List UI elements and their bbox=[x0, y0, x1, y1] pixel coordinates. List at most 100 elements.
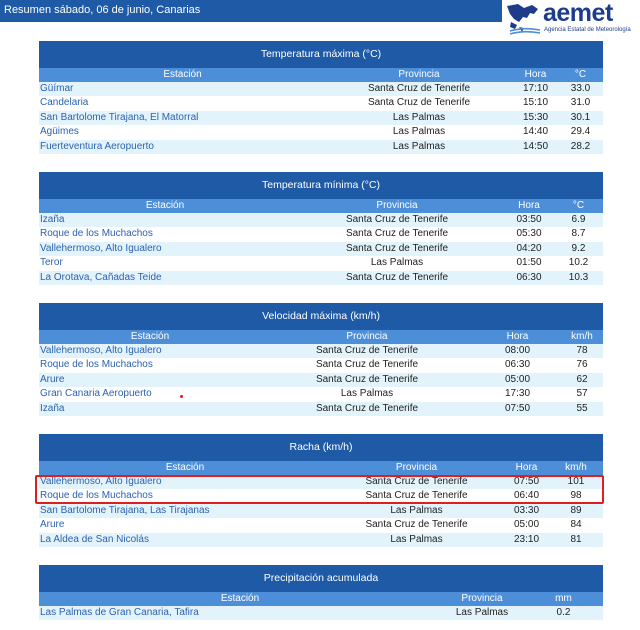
time-cell: 04:20 bbox=[516, 242, 542, 254]
column-header[interactable]: Estación bbox=[40, 68, 325, 82]
value-cell: 0.2 bbox=[556, 607, 571, 618]
table-title: Precipitación acumulada bbox=[39, 565, 603, 592]
value-cell: 62 bbox=[576, 373, 588, 385]
column-header[interactable]: °C bbox=[558, 68, 603, 82]
column-header[interactable]: °C bbox=[554, 199, 603, 213]
table-header-row: Estación Provincia Hora km/h bbox=[39, 330, 603, 344]
station-link[interactable]: Gran Canaria Aeropuerto bbox=[40, 387, 152, 401]
column-header[interactable]: Estación bbox=[40, 461, 330, 475]
column-header[interactable]: Hora bbox=[504, 461, 549, 475]
column-header[interactable]: Provincia bbox=[440, 592, 524, 606]
value-cell: 76 bbox=[576, 359, 588, 371]
table-row: Arure Santa Cruz de Tenerife 05:00 84 bbox=[39, 518, 603, 532]
column-header[interactable]: Hora bbox=[474, 330, 561, 344]
column-header[interactable]: Provincia bbox=[290, 199, 504, 213]
summary-header-bar: Resumen sábado, 06 de junio, Canarias bbox=[0, 0, 502, 22]
table-2: Velocidad máxima (km/h) Estación Provincia… bbox=[39, 303, 603, 416]
summary-title: Resumen sábado, 06 de junio, Canarias bbox=[4, 4, 201, 16]
table-row: Fuerteventura Aeropuerto Las Palmas 14:50 2… bbox=[39, 139, 603, 154]
column-header[interactable]: km/h bbox=[549, 461, 603, 475]
time-cell: 14:40 bbox=[522, 126, 549, 138]
province-cell: Santa Cruz de Tenerife bbox=[315, 373, 419, 385]
column-header[interactable]: Hora bbox=[513, 68, 558, 82]
station-link[interactable]: Izaña bbox=[40, 402, 64, 416]
station-link[interactable]: Fuerteventura Aeropuerto bbox=[40, 140, 154, 154]
table-row: Agüimes Las Palmas 14:40 29.4 bbox=[39, 125, 603, 139]
station-link[interactable]: Roque de los Muchachos bbox=[40, 227, 153, 241]
value-cell: 57 bbox=[576, 388, 588, 400]
province-cell: Santa Cruz de Tenerife bbox=[365, 519, 468, 531]
column-header[interactable]: Provincia bbox=[325, 68, 513, 82]
station-link[interactable]: Las Palmas de Gran Canaria, Tafira bbox=[40, 606, 199, 620]
column-header[interactable]: km/h bbox=[561, 330, 603, 344]
province-cell: Las Palmas bbox=[390, 504, 443, 516]
station-link[interactable]: Arure bbox=[40, 373, 64, 387]
table-row: Vallehermoso, Alto Igualero Santa Cruz de… bbox=[39, 344, 603, 359]
table-row: San Bartolome Tirajana, Las Tirajanas Las… bbox=[39, 503, 603, 519]
time-cell: 14:50 bbox=[522, 140, 549, 152]
value-cell: 78 bbox=[576, 345, 588, 356]
time-cell: 23:10 bbox=[513, 533, 540, 545]
province-cell: Santa Cruz de Tenerife bbox=[315, 345, 419, 356]
station-link[interactable]: La Aldea de San Nicolás bbox=[40, 533, 149, 547]
station-link[interactable]: Arure bbox=[40, 518, 64, 532]
province-cell: Santa Cruz de Tenerife bbox=[345, 228, 449, 240]
table-title: Temperatura máxima (°C) bbox=[39, 41, 603, 68]
station-link[interactable]: Candelaria bbox=[40, 96, 88, 110]
time-cell: 06:30 bbox=[516, 271, 542, 283]
aemet-logo[interactable]: aemet Agencia Estatal de Meteorología bbox=[504, 0, 638, 38]
column-header[interactable]: Estación bbox=[40, 330, 260, 344]
value-cell: 33.0 bbox=[570, 83, 591, 94]
time-cell: 03:30 bbox=[513, 504, 540, 516]
station-link[interactable]: Vallehermoso, Alto Igualero bbox=[40, 344, 162, 358]
station-link[interactable]: Roque de los Muchachos bbox=[40, 358, 153, 372]
station-link[interactable]: Teror bbox=[40, 256, 63, 270]
logo-wordmark: aemet bbox=[543, 0, 613, 27]
province-cell: Santa Cruz de Tenerife bbox=[315, 359, 419, 371]
table-row: Las Palmas de Gran Canaria, Tafira Las Pa… bbox=[39, 606, 603, 621]
column-header[interactable]: Estación bbox=[40, 592, 440, 606]
table-4: Precipitación acumulada Estación Provincia… bbox=[39, 565, 603, 621]
province-cell: Santa Cruz de Tenerife bbox=[315, 402, 419, 414]
table-title: Temperatura mínima (°C) bbox=[39, 172, 603, 199]
time-cell: 01:50 bbox=[516, 257, 542, 269]
value-cell: 10.2 bbox=[568, 257, 589, 269]
time-cell: 05:00 bbox=[513, 519, 540, 531]
column-header[interactable]: Provincia bbox=[329, 461, 504, 475]
table-title: Velocidad máxima (km/h) bbox=[39, 303, 603, 330]
column-header[interactable]: Hora bbox=[504, 199, 554, 213]
station-link[interactable]: San Bartolome Tirajana, El Matorral bbox=[40, 111, 198, 125]
value-cell: 6.9 bbox=[571, 214, 586, 225]
table-header-row: Estación Provincia mm bbox=[39, 592, 603, 606]
column-header[interactable]: mm bbox=[524, 592, 603, 606]
value-cell: 55 bbox=[576, 402, 588, 414]
province-cell: Santa Cruz de Tenerife bbox=[367, 97, 471, 109]
station-link[interactable]: Vallehermoso, Alto Igualero bbox=[40, 242, 162, 256]
table-row: Roque de los Muchachos Santa Cruz de Tene… bbox=[39, 227, 603, 241]
value-cell: 30.1 bbox=[570, 111, 591, 123]
province-cell: Santa Cruz de Tenerife bbox=[345, 242, 449, 254]
province-cell: Las Palmas bbox=[392, 111, 446, 123]
table-row: Candelaria Santa Cruz de Tenerife 15:10 31.… bbox=[39, 96, 603, 110]
time-cell: 15:30 bbox=[522, 111, 549, 123]
station-link[interactable]: La Orotava, Cañadas Teide bbox=[40, 271, 162, 285]
station-link[interactable]: Agüimes bbox=[40, 125, 79, 139]
column-header[interactable]: Provincia bbox=[260, 330, 474, 344]
value-cell: 9.2 bbox=[571, 242, 586, 254]
table-row: San Bartolome Tirajana, El Matorral Las P… bbox=[39, 110, 603, 126]
marker-dot bbox=[180, 395, 183, 398]
time-cell: 17:30 bbox=[504, 388, 531, 400]
station-link[interactable]: Izaña bbox=[40, 213, 64, 227]
table-1: Temperatura mínima (°C) Estación Provincia… bbox=[39, 172, 603, 285]
column-header[interactable]: Estación bbox=[40, 199, 290, 213]
aemet-logo-icon bbox=[507, 4, 541, 35]
logo-subtitle: Agencia Estatal de Meteorología bbox=[544, 27, 631, 33]
province-cell: Las Palmas bbox=[455, 607, 509, 618]
time-cell: 03:50 bbox=[516, 214, 542, 225]
station-link[interactable]: San Bartolome Tirajana, Las Tirajanas bbox=[40, 504, 210, 518]
time-cell: 15:10 bbox=[522, 97, 549, 109]
table-row: Izaña Santa Cruz de Tenerife 07:50 55 bbox=[39, 401, 603, 416]
time-cell: 05:30 bbox=[516, 228, 542, 240]
table-row: La Aldea de San Nicolás Las Palmas 23:10 81 bbox=[39, 532, 603, 547]
station-link[interactable]: Güímar bbox=[40, 82, 73, 96]
